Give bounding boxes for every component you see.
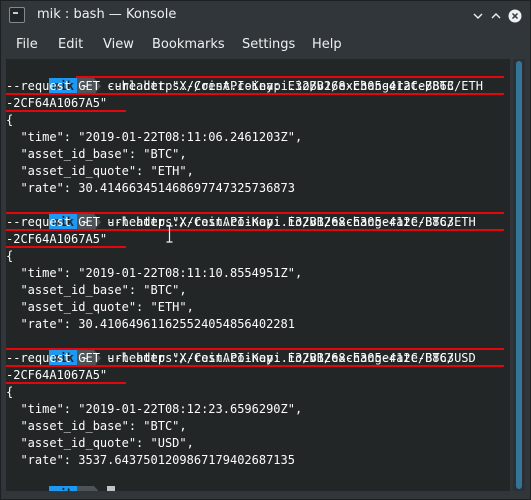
menu-edit[interactable]: Edit: [58, 37, 83, 53]
konsole-app-icon[interactable]: [9, 7, 25, 23]
output-line: "rate": 30.410649611625524054856402281: [6, 317, 295, 331]
text-cursor: [107, 486, 116, 491]
terminal-area[interactable]: mik ~ curl https://rest.coinapi.io/v1/exch…: [6, 59, 510, 491]
output-line: {: [6, 249, 14, 263]
output-line: "time": "2019-01-22T08:12:23.6596290Z",: [6, 402, 303, 416]
annotation-underline: [6, 110, 126, 112]
scrollbar-thumb[interactable]: [516, 61, 522, 489]
annotation-underline: [6, 93, 504, 95]
text-select-cursor-icon: [166, 225, 173, 243]
konsole-window: mik : bash — Konsole File Edit View Book…: [0, 0, 531, 500]
output-line: "time": "2019-01-22T08:11:10.8554951Z",: [6, 266, 303, 280]
annotation-underline: [6, 229, 504, 231]
maximize-icon[interactable]: [489, 9, 503, 23]
output-line: {: [6, 385, 14, 399]
menu-view[interactable]: View: [103, 37, 134, 53]
output-line: "asset_id_base": "BTC",: [6, 147, 187, 161]
output-line: "rate": 3537.6437501209867179402687135: [6, 453, 295, 467]
close-icon[interactable]: [508, 9, 522, 23]
menu-settings[interactable]: Settings: [242, 37, 295, 53]
output-line: "asset_id_quote": "ETH",: [6, 164, 194, 178]
menu-file[interactable]: File: [16, 37, 38, 53]
output-line: "asset_id_quote": "ETH",: [6, 300, 194, 314]
output-line: "time": "2019-01-22T08:11:06.2461203Z",: [6, 130, 303, 144]
annotation-underline: [6, 365, 504, 367]
annotation-underline: [6, 348, 504, 350]
title-bar[interactable]: mik : bash — Konsole: [1, 1, 530, 31]
active-prompt-line[interactable]: mik~: [6, 469, 116, 491]
output-line: "asset_id_base": "BTC",: [6, 283, 187, 297]
annotation-underline: [76, 76, 504, 78]
prompt-user: mik: [49, 486, 78, 491]
prompt-dir: ~: [77, 486, 95, 491]
output-line: "asset_id_quote": "USD",: [6, 436, 194, 450]
minimize-icon[interactable]: [471, 9, 485, 23]
menu-bookmarks[interactable]: Bookmarks: [152, 37, 225, 53]
annotation-underline: [6, 246, 126, 248]
prompt-separator: [94, 486, 102, 491]
annotation-underline: [6, 382, 126, 384]
output-line: "rate": 30.414663451468697747325736873: [6, 181, 295, 195]
output-line: "asset_id_base": "BTC",: [6, 419, 187, 433]
menu-help[interactable]: Help: [312, 37, 342, 53]
window-title: mik : bash — Konsole: [37, 7, 177, 22]
scrollbar[interactable]: [513, 59, 525, 491]
annotation-underline: [6, 212, 504, 214]
menu-bar: File Edit View Bookmarks Settings Help: [1, 33, 530, 57]
output-line: {: [6, 113, 14, 127]
